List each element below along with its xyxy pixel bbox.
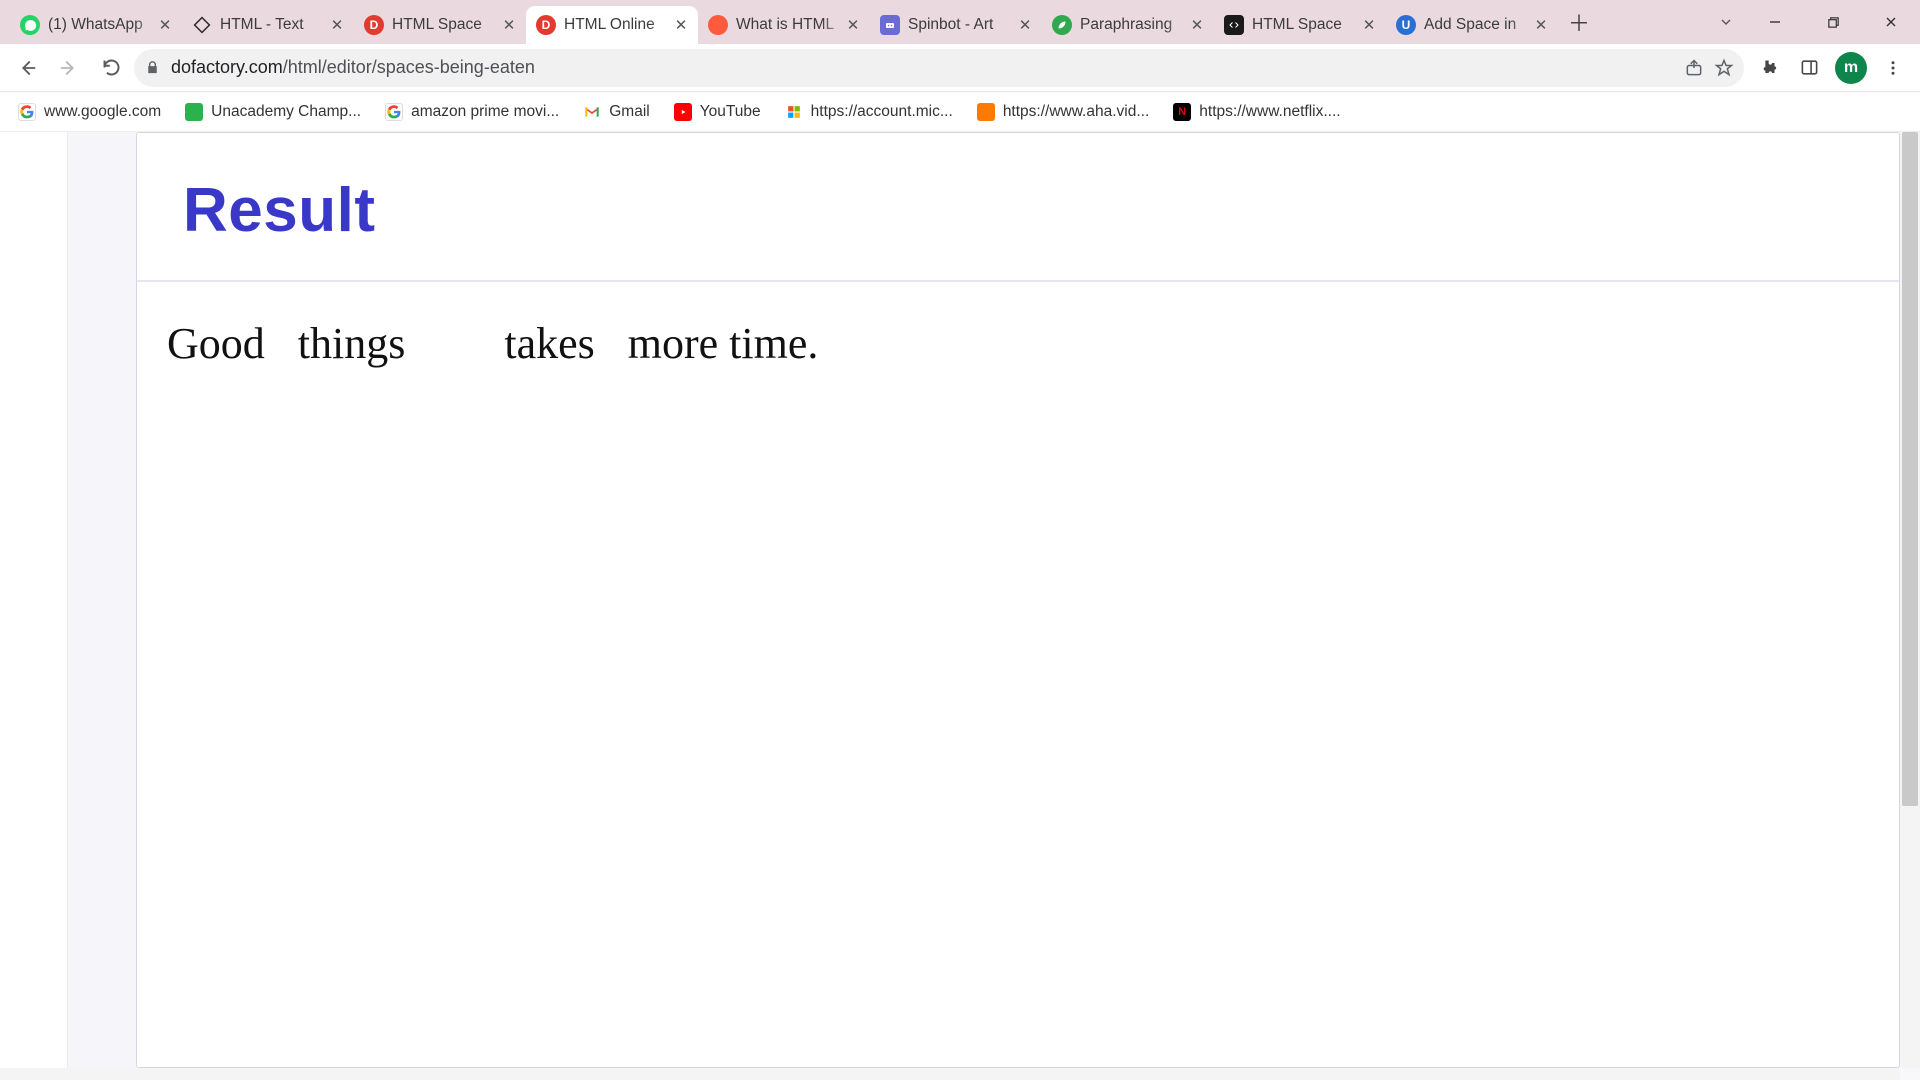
bookmark-gmail[interactable]: Gmail — [573, 96, 659, 128]
bookmark-label: https://account.mic... — [811, 103, 953, 121]
editor-gutter-2 — [68, 132, 136, 1068]
google-icon — [18, 103, 36, 121]
tab-title: What is HTML — [736, 16, 844, 34]
window-controls — [1746, 0, 1920, 44]
tab-html-online[interactable]: D HTML Online ✕ — [526, 6, 698, 44]
netflix-icon: N — [1173, 103, 1191, 121]
bookmark-star-icon[interactable] — [1714, 58, 1734, 78]
reload-button[interactable] — [92, 49, 130, 87]
close-icon[interactable]: ✕ — [156, 16, 174, 34]
shield-icon — [185, 103, 203, 121]
back-button[interactable] — [8, 49, 46, 87]
microsoft-icon — [785, 103, 803, 121]
tab-title: HTML Space — [1252, 16, 1360, 34]
gmail-icon — [583, 103, 601, 121]
close-icon[interactable]: ✕ — [1188, 16, 1206, 34]
tab-html-space-2[interactable]: HTML Space ✕ — [1214, 6, 1386, 44]
forward-button[interactable] — [50, 49, 88, 87]
tab-html-text[interactable]: HTML - Text ✕ — [182, 6, 354, 44]
page-content: Result Good things takes more time. — [0, 132, 1920, 1080]
circle-icon — [708, 15, 728, 35]
avatar: m — [1835, 52, 1867, 84]
result-text: Good things takes more time. — [167, 318, 1869, 369]
tab-title: HTML Online — [564, 16, 672, 34]
url-text: dofactory.com/html/editor/spaces-being-e… — [171, 57, 1674, 78]
code-icon — [1224, 15, 1244, 35]
result-panel-body: Good things takes more time. — [137, 282, 1899, 1067]
close-icon[interactable]: ✕ — [1360, 16, 1378, 34]
close-icon[interactable]: ✕ — [672, 16, 690, 34]
extensions-button[interactable] — [1748, 49, 1786, 87]
tab-title: (1) WhatsApp — [48, 16, 156, 34]
close-icon[interactable]: ✕ — [328, 16, 346, 34]
editor-gutter — [0, 132, 68, 1068]
tab-add-space[interactable]: U Add Space in ✕ — [1386, 6, 1558, 44]
tab-html-space-1[interactable]: D HTML Space ✕ — [354, 6, 526, 44]
bookmark-microsoft[interactable]: https://account.mic... — [775, 96, 963, 128]
google-icon — [385, 103, 403, 121]
side-panel-button[interactable] — [1790, 49, 1828, 87]
bookmark-youtube[interactable]: YouTube — [664, 96, 771, 128]
tab-paraphrasing[interactable]: Paraphrasing ✕ — [1042, 6, 1214, 44]
dofactory-icon: D — [364, 15, 384, 35]
profile-avatar[interactable]: m — [1832, 49, 1870, 87]
tab-whatsapp[interactable]: (1) WhatsApp ✕ — [10, 6, 182, 44]
close-icon[interactable]: ✕ — [500, 16, 518, 34]
whatsapp-icon — [20, 15, 40, 35]
close-icon[interactable]: ✕ — [1532, 16, 1550, 34]
bookmark-label: https://www.aha.vid... — [1003, 103, 1149, 121]
bookmark-netflix[interactable]: N https://www.netflix.... — [1163, 96, 1350, 128]
tab-what-is-html[interactable]: What is HTML ✕ — [698, 6, 870, 44]
close-icon[interactable]: ✕ — [844, 16, 862, 34]
aha-icon — [977, 103, 995, 121]
bookmarks-bar: www.google.com Unacademy Champ... amazon… — [0, 92, 1920, 132]
leaf-icon — [1052, 15, 1072, 35]
tab-search-button[interactable] — [1706, 14, 1746, 30]
diamond-icon — [192, 15, 212, 35]
dofactory-icon: D — [536, 15, 556, 35]
result-panel-header: Result — [137, 133, 1899, 282]
minimize-button[interactable] — [1746, 0, 1804, 44]
scrollbar-thumb[interactable] — [1902, 132, 1918, 806]
close-window-button[interactable] — [1862, 0, 1920, 44]
menu-button[interactable] — [1874, 49, 1912, 87]
bookmark-label: Unacademy Champ... — [211, 103, 361, 121]
bookmark-label: amazon prime movi... — [411, 103, 559, 121]
bookmark-label: YouTube — [700, 103, 761, 121]
tab-title: Spinbot - Art — [908, 16, 1016, 34]
bookmark-label: https://www.netflix.... — [1199, 103, 1340, 121]
result-panel: Result Good things takes more time. — [136, 132, 1900, 1068]
youtube-icon — [674, 103, 692, 121]
maximize-button[interactable] — [1804, 0, 1862, 44]
new-tab-button[interactable]: ＋ — [1564, 7, 1594, 37]
bookmark-google[interactable]: www.google.com — [8, 96, 171, 128]
close-icon[interactable]: ✕ — [1016, 16, 1034, 34]
bookmark-amazon-prime[interactable]: amazon prime movi... — [375, 96, 569, 128]
tab-spinbot[interactable]: Spinbot - Art ✕ — [870, 6, 1042, 44]
tab-title: Add Space in — [1424, 16, 1532, 34]
address-bar[interactable]: dofactory.com/html/editor/spaces-being-e… — [134, 49, 1744, 87]
tab-title: HTML Space — [392, 16, 500, 34]
browser-tabstrip: (1) WhatsApp ✕ HTML - Text ✕ D HTML Spac… — [0, 0, 1920, 44]
bookmark-aha[interactable]: https://www.aha.vid... — [967, 96, 1159, 128]
horizontal-scrollbar[interactable] — [0, 1068, 1900, 1080]
bookmark-unacademy[interactable]: Unacademy Champ... — [175, 96, 371, 128]
bookmark-label: www.google.com — [44, 103, 161, 121]
result-heading: Result — [183, 175, 1859, 246]
browser-toolbar: dofactory.com/html/editor/spaces-being-e… — [0, 44, 1920, 92]
share-icon[interactable] — [1684, 58, 1704, 78]
tab-title: HTML - Text — [220, 16, 328, 34]
letter-u-icon: U — [1396, 15, 1416, 35]
tab-title: Paraphrasing — [1080, 16, 1188, 34]
lock-icon — [144, 59, 161, 76]
bookmark-label: Gmail — [609, 103, 649, 121]
robot-icon — [880, 15, 900, 35]
vertical-scrollbar[interactable] — [1900, 132, 1920, 1068]
